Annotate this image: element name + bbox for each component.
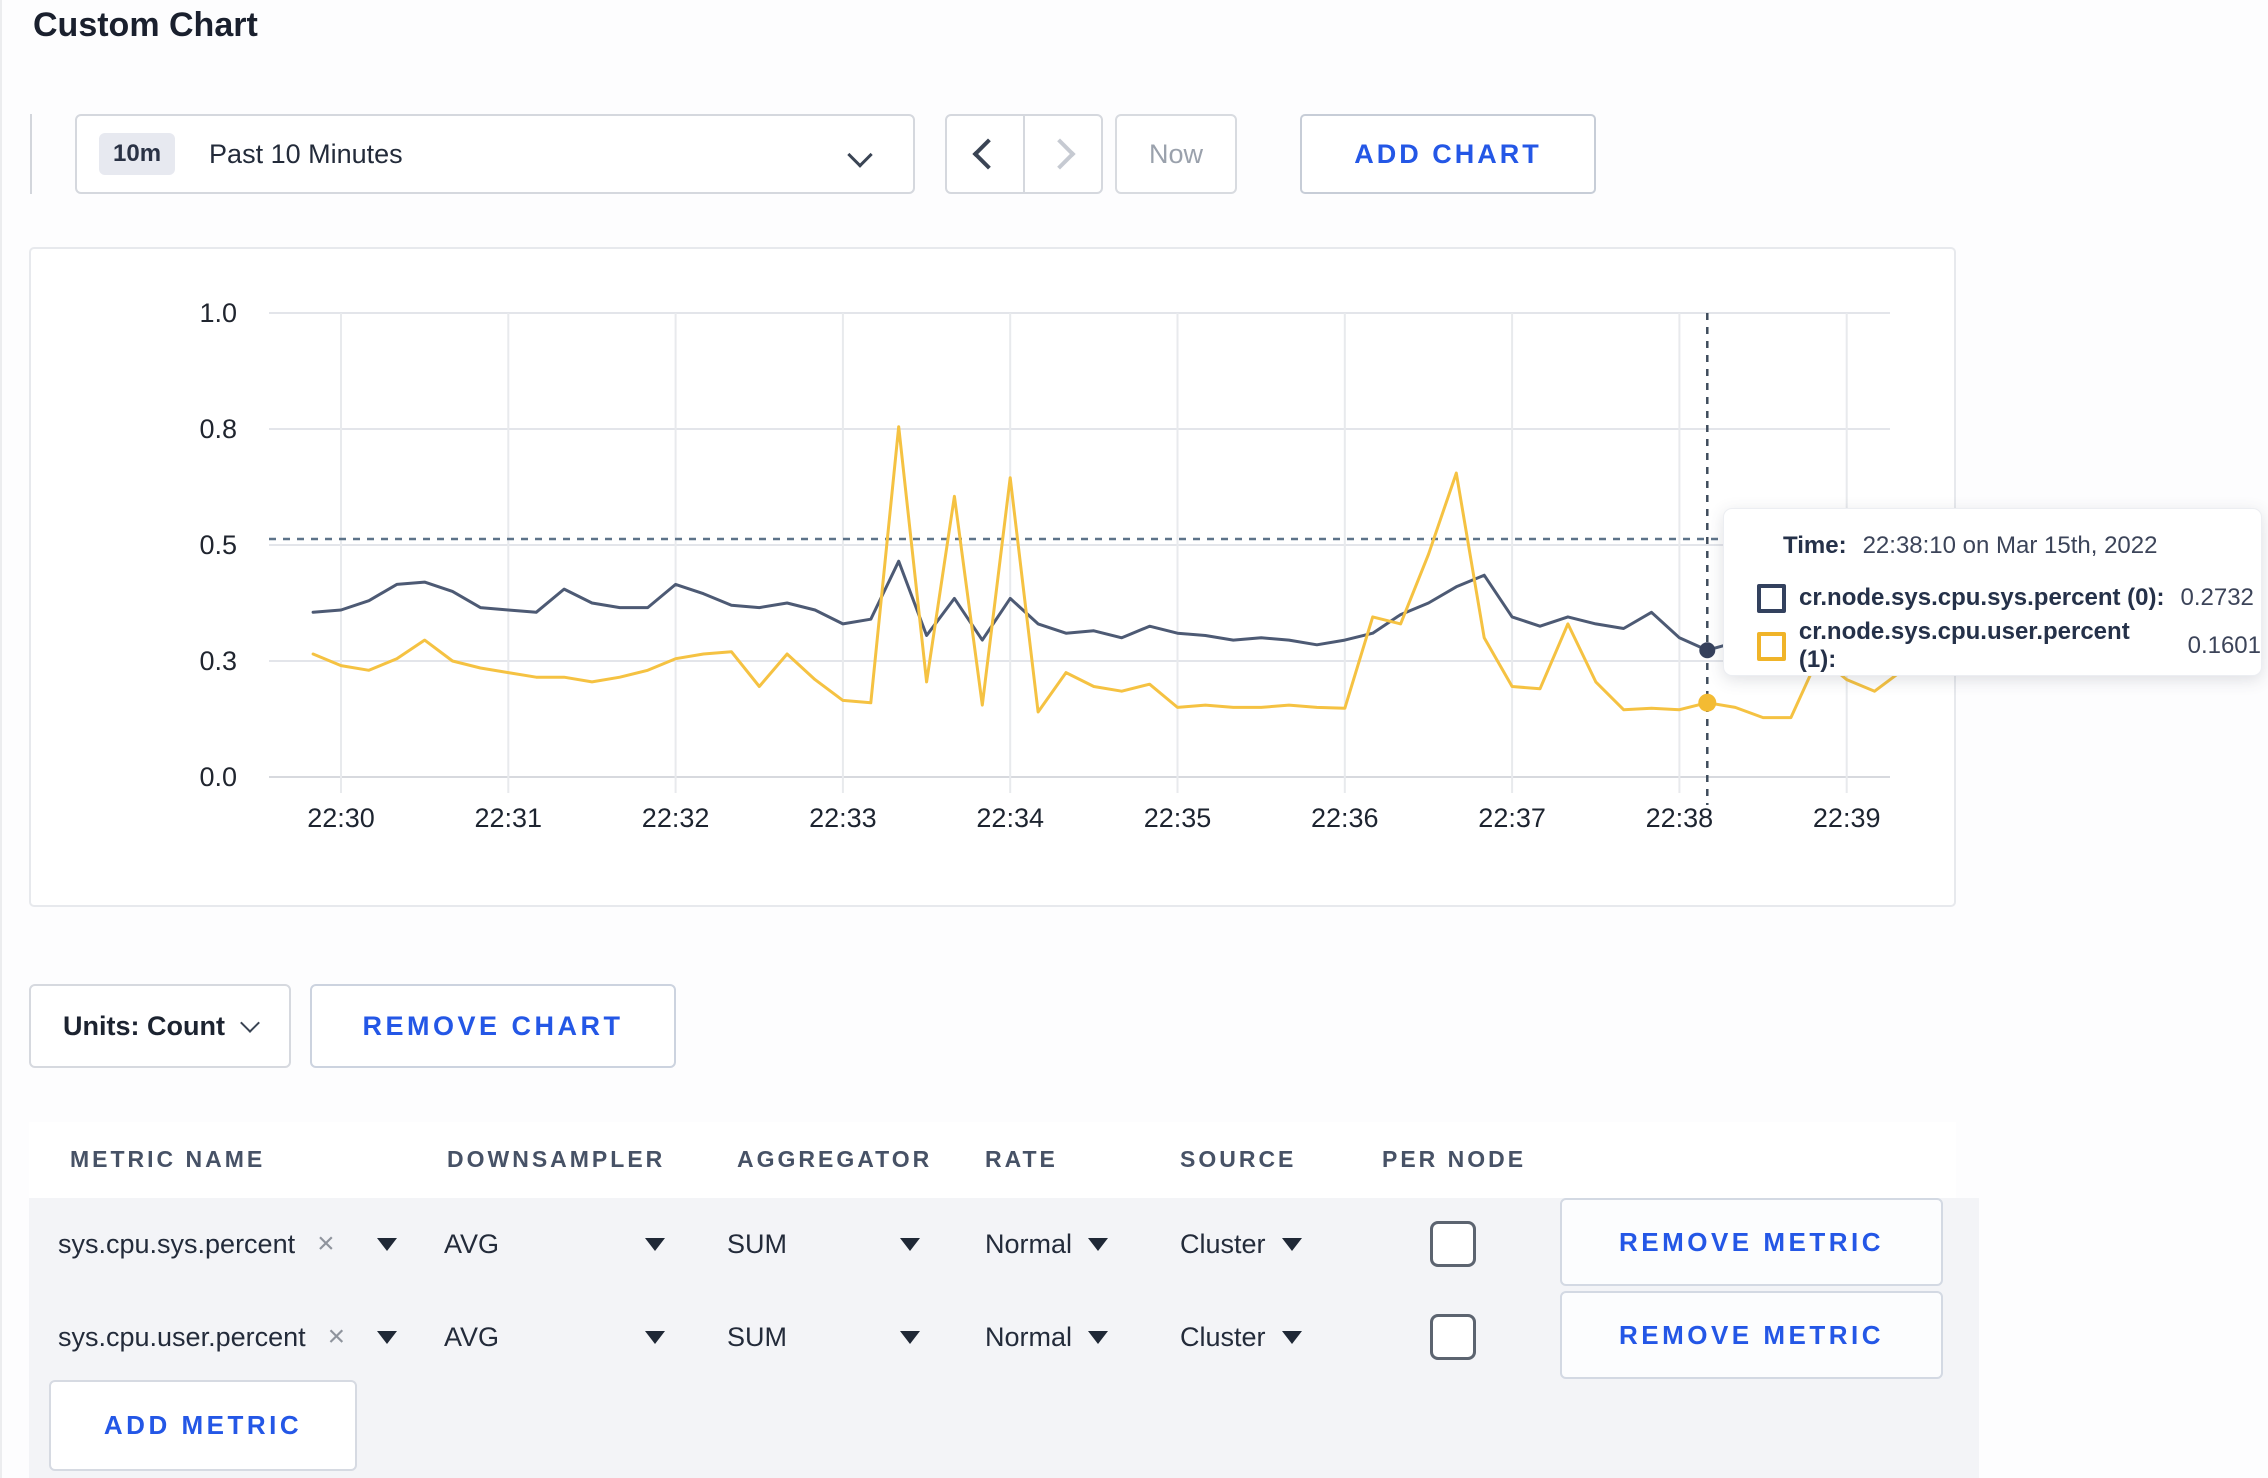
units-select[interactable]: Units: Count (29, 984, 291, 1068)
now-button[interactable]: Now (1115, 114, 1237, 194)
per-node-cell (1430, 1291, 1476, 1383)
chevron-right-icon (1044, 138, 1076, 170)
tooltip-sys-label: cr.node.sys.cpu.sys.percent (0): (1799, 584, 2165, 611)
caret-down-icon (645, 1237, 665, 1251)
aggregator-select[interactable]: SUM (727, 1291, 787, 1383)
sys-series-swatch (1757, 583, 1786, 613)
cpu-usage-chart[interactable]: 0.0 0.3 0.5 0.8 1.0 22:30 22:31 22:32 22:33 22:34… (31, 249, 1954, 905)
rate-select[interactable]: Normal (985, 1291, 1109, 1383)
svg-text:0.0: 0.0 (199, 762, 237, 792)
svg-text:22:33: 22:33 (809, 803, 877, 833)
metric-name-caret[interactable] (377, 1198, 397, 1290)
aggregator-caret[interactable] (900, 1198, 920, 1290)
tooltip-user-label: cr.node.sys.cpu.user.percent (1): (1798, 618, 2130, 673)
window-edge (0, 0, 2, 1478)
sys-series-line (311, 559, 1904, 652)
chevron-down-icon (847, 142, 873, 168)
close-icon[interactable]: × (317, 1227, 335, 1261)
tooltip-user-value: 0.1601 (2187, 632, 2261, 659)
chart-card: 0.0 0.3 0.5 0.8 1.0 22:30 22:31 22:32 22:33 22:34… (29, 247, 2262, 907)
caret-down-icon (900, 1237, 920, 1251)
svg-text:1.0: 1.0 (199, 298, 237, 328)
user-series-line (311, 425, 1904, 720)
metric-name-select[interactable]: sys.cpu.sys.percent × (58, 1198, 335, 1290)
downsampler-select[interactable]: AVG (444, 1198, 499, 1290)
caret-down-icon (645, 1330, 665, 1344)
per-node-checkbox[interactable] (1430, 1314, 1476, 1360)
sys-hover-dot (1699, 642, 1716, 659)
svg-text:22:38: 22:38 (1646, 803, 1714, 833)
time-range-label: Past 10 Minutes (209, 138, 403, 169)
custom-chart-page: Custom Chart 10m Past 10 Minutes Now ADD… (0, 0, 2268, 1478)
caret-down-icon (1088, 1237, 1109, 1251)
user-hover-dot (1698, 693, 1717, 712)
caret-down-icon (900, 1330, 920, 1344)
user-series-swatch (1757, 631, 1786, 661)
svg-text:0.5: 0.5 (199, 530, 237, 560)
tooltip-time-label: Time: (1783, 532, 1847, 559)
caret-down-icon (1088, 1330, 1109, 1344)
svg-text:22:37: 22:37 (1478, 803, 1546, 833)
svg-text:22:31: 22:31 (475, 803, 543, 833)
col-metric-name: METRIC NAME (70, 1146, 266, 1172)
tooltip-sys-value: 0.2732 (2180, 584, 2254, 611)
aggregator-caret[interactable] (900, 1291, 920, 1383)
caret-down-icon (1281, 1237, 1302, 1251)
svg-text:22:32: 22:32 (642, 803, 710, 833)
next-time-button[interactable] (1025, 116, 1101, 192)
chart-tooltip: Time: 22:38:10 on Mar 15th, 2022 cr.node… (1723, 508, 2262, 676)
svg-text:0.3: 0.3 (199, 646, 237, 676)
chevron-down-icon (240, 1013, 260, 1033)
col-per-node: PER NODE (1382, 1146, 1527, 1172)
add-chart-button[interactable]: ADD CHART (1300, 114, 1596, 194)
source-select[interactable]: Cluster (1180, 1198, 1302, 1290)
remove-metric-button[interactable]: REMOVE METRIC (1560, 1291, 1943, 1379)
svg-text:22:34: 22:34 (976, 803, 1044, 833)
svg-text:0.8: 0.8 (199, 414, 237, 444)
remove-chart-button[interactable]: REMOVE CHART (310, 984, 676, 1068)
col-aggregator: AGGREGATOR (737, 1146, 933, 1172)
col-rate: RATE (985, 1146, 1058, 1172)
col-source: SOURCE (1180, 1146, 1297, 1172)
grid-lines: 0.0 0.3 0.5 0.8 1.0 22:30 22:31 22:32 22:33 22:34… (199, 298, 1890, 833)
metric-name-caret[interactable] (377, 1291, 397, 1383)
time-range-select[interactable]: 10m Past 10 Minutes (75, 114, 915, 194)
per-node-checkbox[interactable] (1430, 1221, 1476, 1267)
units-label: Units: Count (63, 1010, 225, 1041)
metric-row-user: sys.cpu.user.percent × AVG SUM Normal Cl… (29, 1291, 1979, 1383)
downsampler-caret[interactable] (645, 1198, 665, 1290)
toolbar-divider (30, 114, 32, 194)
svg-text:22:30: 22:30 (307, 803, 375, 833)
per-node-cell (1430, 1198, 1476, 1290)
add-metric-button[interactable]: ADD METRIC (49, 1380, 357, 1471)
metrics-table-header: METRIC NAME DOWNSAMPLER AGGREGATOR RATE … (29, 1122, 1956, 1198)
prev-time-button[interactable] (947, 116, 1025, 192)
page-title: Custom Chart (33, 6, 258, 44)
svg-text:22:36: 22:36 (1311, 803, 1379, 833)
downsampler-select[interactable]: AVG (444, 1291, 499, 1383)
caret-down-icon (377, 1237, 397, 1251)
time-range-badge: 10m (99, 133, 176, 175)
metric-name-select[interactable]: sys.cpu.user.percent × (58, 1291, 345, 1383)
col-downsampler: DOWNSAMPLER (447, 1146, 666, 1172)
time-nav-group (945, 114, 1103, 194)
tooltip-time-value: 22:38:10 on Mar 15th, 2022 (1862, 532, 2158, 559)
rate-select[interactable]: Normal (985, 1198, 1109, 1290)
svg-text:22:39: 22:39 (1813, 803, 1881, 833)
source-select[interactable]: Cluster (1180, 1291, 1302, 1383)
chevron-left-icon (972, 138, 1004, 170)
remove-metric-button[interactable]: REMOVE METRIC (1560, 1198, 1943, 1286)
close-icon[interactable]: × (328, 1320, 346, 1354)
caret-down-icon (377, 1330, 397, 1344)
downsampler-caret[interactable] (645, 1291, 665, 1383)
svg-text:22:35: 22:35 (1144, 803, 1212, 833)
metric-row-sys: sys.cpu.sys.percent × AVG SUM Normal Clu… (29, 1198, 1979, 1290)
aggregator-select[interactable]: SUM (727, 1198, 787, 1290)
metrics-table-body: sys.cpu.sys.percent × AVG SUM Normal Clu… (29, 1198, 1979, 1478)
caret-down-icon (1281, 1330, 1302, 1344)
